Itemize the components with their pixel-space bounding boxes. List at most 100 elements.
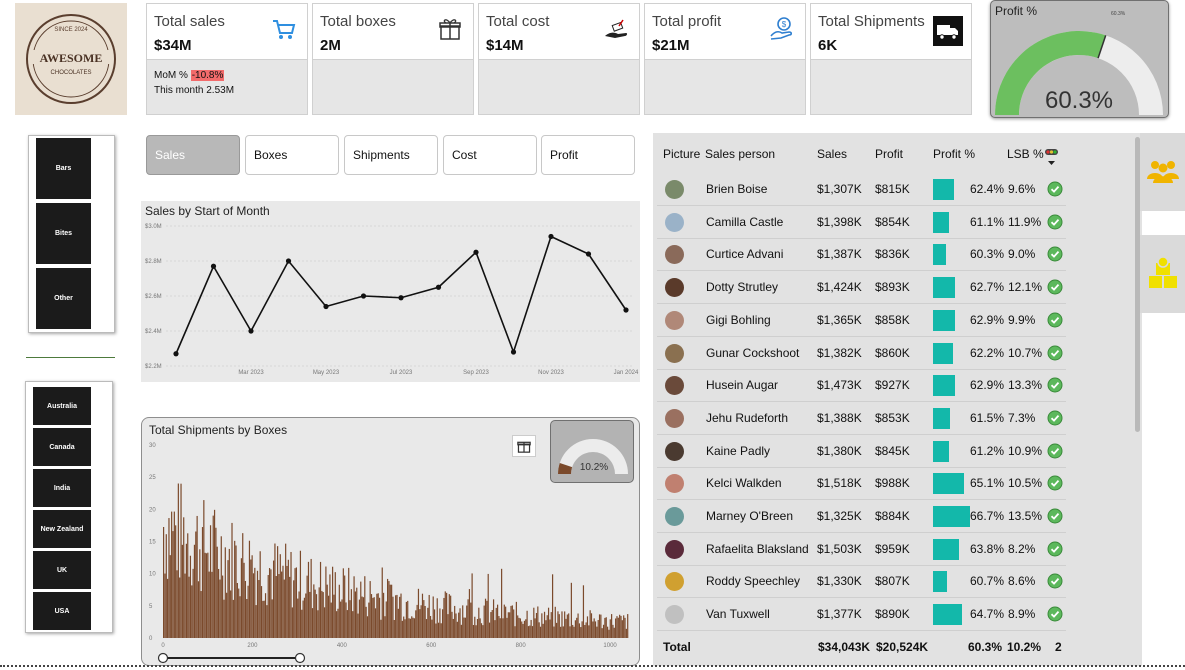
line-point[interactable] [210, 263, 217, 269]
slicer-item-canada[interactable]: Canada [33, 428, 91, 466]
table-row[interactable]: Roddy Speechley $1,330K $807K 60.7% 8.6% [657, 565, 1066, 599]
cell-profit-pct: 65.1% [970, 476, 1005, 491]
line-point[interactable] [623, 307, 629, 313]
tab-boxes[interactable]: Boxes [245, 135, 339, 175]
slicer-item-india[interactable]: India [33, 469, 91, 507]
col-profit-pct[interactable]: Profit % [933, 147, 975, 161]
col-picture[interactable]: Picture [663, 147, 700, 161]
table-row[interactable]: Gunar Cockshoot $1,382K $860K 62.2% 10.7% [657, 337, 1066, 370]
histogram-bar [491, 609, 493, 638]
line-point[interactable] [398, 295, 404, 301]
histogram-bar [239, 596, 241, 638]
tab-cost[interactable]: Cost [443, 135, 537, 175]
y-tick-label: 20 [149, 507, 156, 513]
profit-gauge-card[interactable]: Profit % 60.3% 60.3% [990, 0, 1169, 118]
histogram-bar [585, 622, 587, 638]
tab-profit[interactable]: Profit [541, 135, 635, 175]
line-point[interactable] [248, 328, 254, 334]
histogram-bar [388, 581, 390, 638]
histogram-bar [317, 610, 319, 638]
range-slider-handle[interactable] [294, 652, 306, 664]
col-profit[interactable]: Profit [875, 147, 903, 161]
slicer-item-usa[interactable]: USA [33, 592, 91, 630]
table-row[interactable]: Jehu Rudeforth $1,388K $853K 61.5% 7.3% [657, 402, 1066, 435]
range-slider-handle[interactable] [157, 652, 169, 664]
histogram-bar [580, 627, 582, 638]
table-row[interactable]: Camilla Castle $1,398K $854K 61.1% 11.9% [657, 206, 1066, 239]
histogram-bar [565, 618, 567, 638]
histogram-bar [352, 611, 354, 638]
histogram-bar [370, 594, 373, 638]
histogram-bar [408, 618, 410, 638]
kpi-label: Total boxes [320, 13, 396, 30]
line-point[interactable] [473, 249, 479, 255]
line-point[interactable] [285, 258, 292, 264]
histogram-bar [484, 598, 487, 638]
histogram-bar [230, 590, 232, 638]
line-point[interactable] [435, 284, 442, 290]
histogram-bar [212, 515, 214, 638]
slicer-item-australia[interactable]: Australia [33, 387, 91, 425]
line-point[interactable] [323, 303, 329, 310]
histogram-bar [396, 594, 398, 638]
page-bottom-border [0, 665, 1185, 667]
histogram-bar [400, 593, 402, 638]
line-point[interactable] [360, 293, 367, 299]
histogram-bar [341, 599, 343, 638]
cell-sales: $1,388K [817, 410, 862, 425]
cell-profit: $853K [875, 410, 910, 425]
table-row[interactable]: Brien Boise $1,307K $815K 62.4% 9.6% [657, 173, 1066, 206]
histogram-bar [431, 619, 433, 638]
histogram-bar [325, 566, 327, 638]
col-sales[interactable]: Sales [817, 147, 847, 161]
histogram-bar [268, 568, 271, 638]
histogram-bar [244, 580, 247, 638]
histogram-bar [598, 614, 601, 638]
salesperson-avatar [665, 605, 684, 625]
table-row[interactable]: Kelci Walkden $1,518K $988K 65.1% 10.5% [657, 467, 1066, 501]
histogram-bar [505, 606, 507, 638]
table-row[interactable]: Rafaelita Blaksland $1,503K $959K 63.8% 8.2% [657, 533, 1066, 566]
col-sales-person[interactable]: Sales person [705, 147, 775, 161]
nav-people-button[interactable] [1140, 133, 1185, 211]
line-point[interactable] [585, 251, 592, 257]
y-tick-label: 5 [149, 604, 153, 610]
cell-name: Roddy Speechley [706, 574, 801, 589]
cell-sales: $1,424K [817, 280, 862, 295]
cell-lsb-pct: 13.5% [1008, 509, 1043, 523]
nav-boxes-button[interactable] [1140, 235, 1185, 313]
cell-sales: $1,387K [817, 247, 862, 262]
line-point[interactable] [173, 351, 179, 357]
line-point[interactable] [510, 349, 517, 355]
slicer-item-bars[interactable]: Bars [36, 138, 91, 199]
table-row[interactable]: Van Tuxwell $1,377K $890K 64.7% 8.9% [657, 598, 1066, 632]
table-total-row: Total $34,043K $20,524K 60.3% 10.2% 2 [657, 632, 1066, 662]
histogram-bar [318, 587, 320, 638]
tab-shipments[interactable]: Shipments [344, 135, 438, 175]
col-lsb-pct[interactable]: LSB % [1007, 147, 1044, 161]
profit-pct-bar [933, 538, 959, 560]
histogram-bar [173, 511, 175, 638]
tab-sales[interactable]: Sales [146, 135, 240, 175]
slicer-item-other[interactable]: Other [36, 268, 91, 329]
histogram-bar [404, 619, 406, 638]
histogram-bar [238, 588, 240, 638]
table-row[interactable]: Marney O'Breen $1,325K $884K 66.7% 13.5% [657, 500, 1066, 533]
table-row[interactable]: Kaine Padly $1,380K $845K 61.2% 10.9% [657, 435, 1066, 468]
histogram-bar [231, 522, 233, 638]
slicer-item-bites[interactable]: Bites [36, 203, 91, 264]
cell-name: Rafaelita Blaksland [706, 541, 809, 556]
table-row[interactable]: Husein Augar $1,473K $927K 62.9% 13.3% [657, 369, 1066, 403]
table-row[interactable]: Gigi Bohling $1,365K $858K 62.9% 9.9% [657, 304, 1066, 337]
cell-profit: $807K [875, 574, 910, 589]
cell-profit: $988K [875, 476, 910, 491]
histogram-bar [374, 608, 377, 638]
table-row[interactable]: Curtice Advani $1,387K $836K 60.3% 9.0% [657, 238, 1066, 272]
table-row[interactable]: Dotty Strutley $1,424K $893K 62.7% 12.1% [657, 271, 1066, 305]
sort-traffic-icon[interactable] [1045, 148, 1059, 168]
histogram-bar [277, 546, 279, 638]
histogram-bar [423, 600, 425, 638]
slicer-item-uk[interactable]: UK [33, 551, 91, 589]
slicer-item-new-zealand[interactable]: New Zealand [33, 510, 91, 548]
line-point[interactable] [548, 233, 554, 240]
